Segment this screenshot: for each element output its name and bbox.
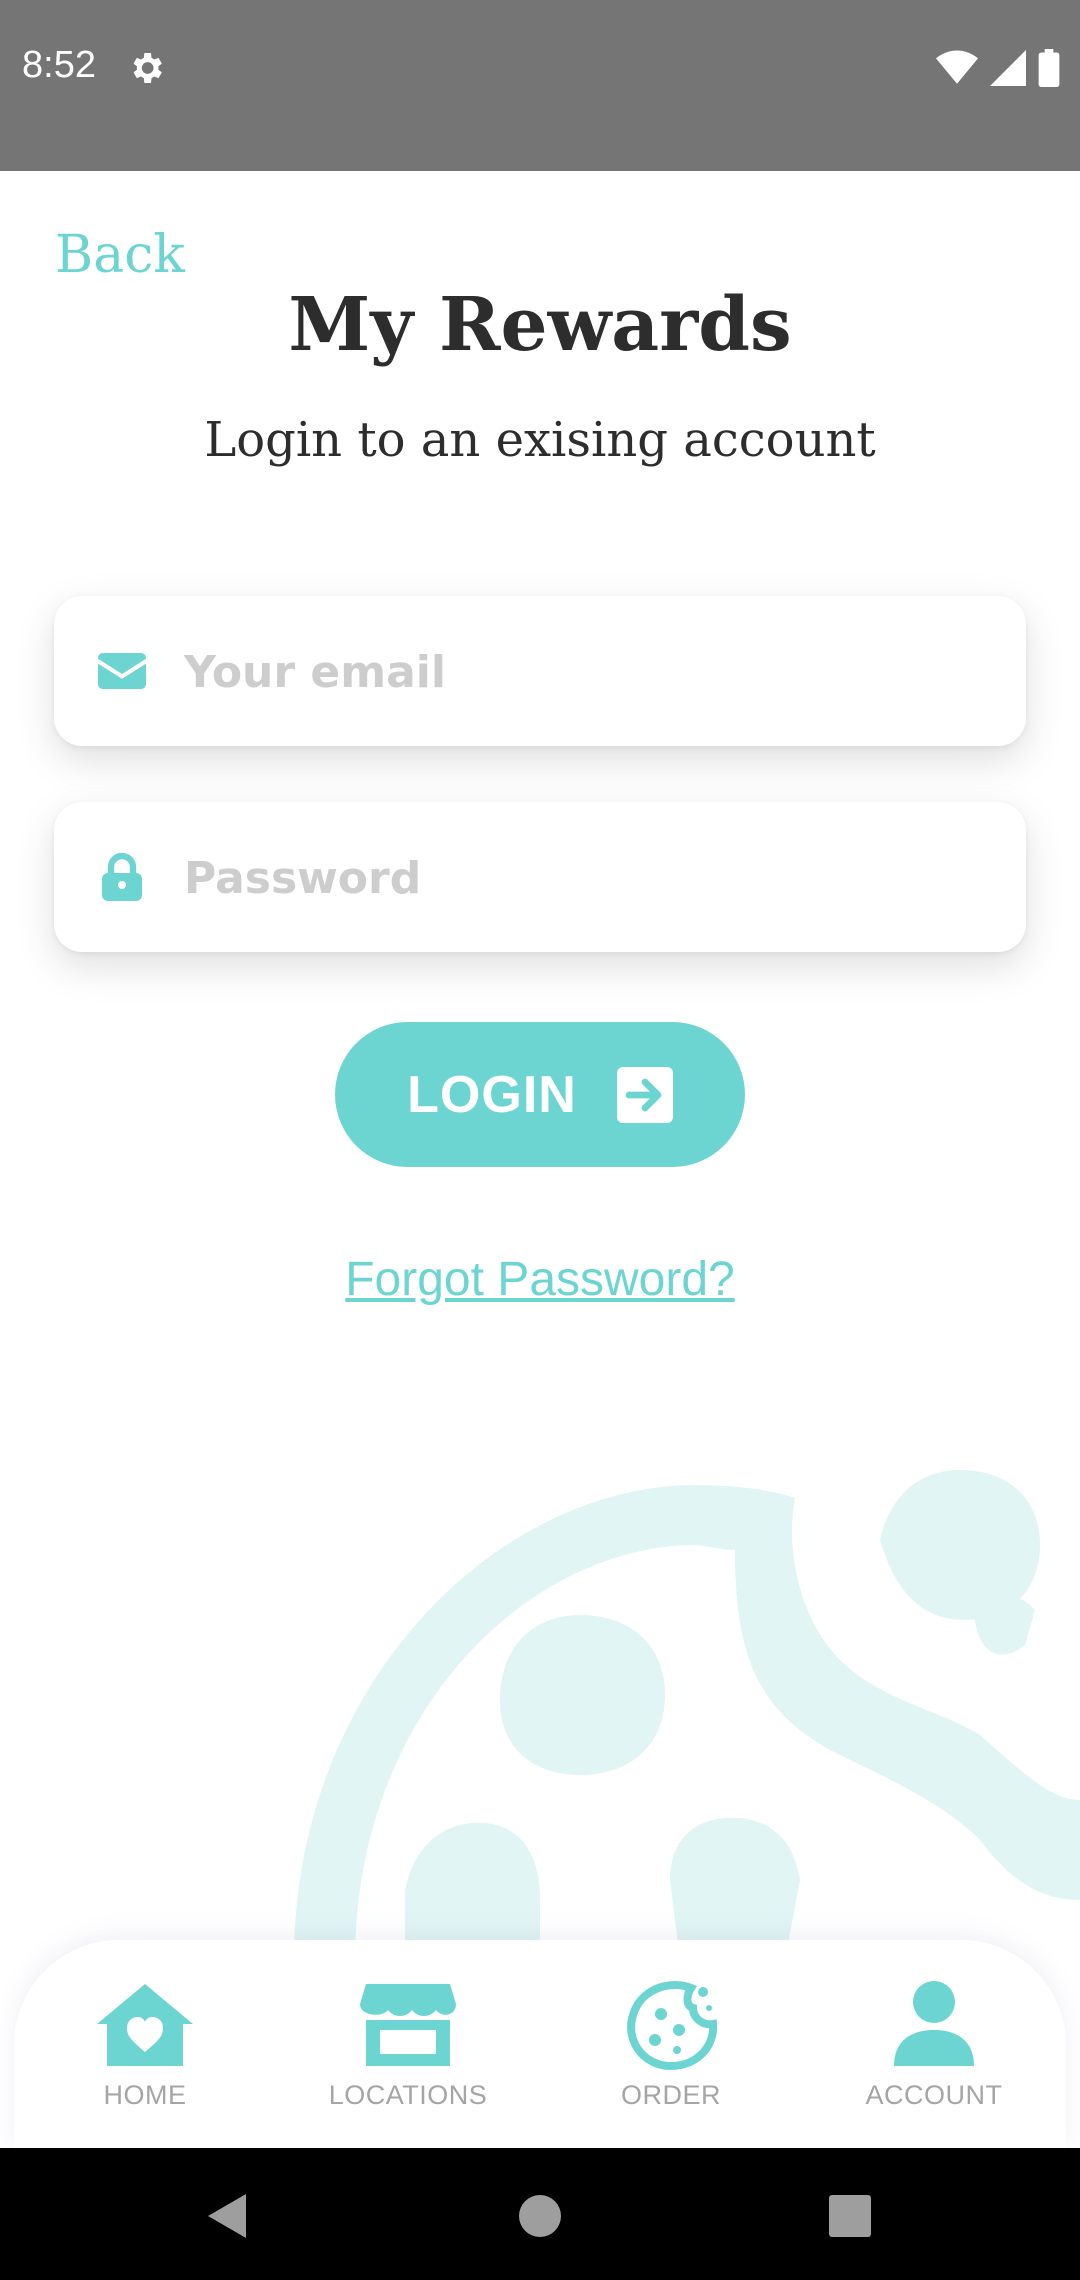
status-bar: 8:52 bbox=[0, 0, 1080, 171]
back-button[interactable]: Back bbox=[55, 225, 185, 285]
nav-label-locations: LOCATIONS bbox=[328, 2080, 488, 2110]
nav-label-home: HOME bbox=[103, 2080, 187, 2110]
nav-label-account: ACCOUNT bbox=[865, 2080, 1003, 2110]
arrow-right-square-icon bbox=[616, 1066, 673, 1123]
login-button[interactable]: LOGIN bbox=[335, 1022, 745, 1167]
nav-label-order: ORDER bbox=[620, 2080, 721, 2110]
status-icons bbox=[936, 48, 1060, 88]
system-navigation-bar bbox=[0, 2148, 1080, 2280]
settings-icon bbox=[133, 53, 162, 83]
status-time: 8:52 bbox=[22, 44, 96, 86]
login-label: LOGIN bbox=[407, 1065, 577, 1124]
recents-square-icon[interactable] bbox=[820, 2186, 880, 2246]
back-triangle-icon[interactable] bbox=[196, 2186, 256, 2246]
signal-icon bbox=[990, 50, 1026, 86]
page-subtitle: Login to an exising account bbox=[204, 412, 876, 468]
password-input[interactable] bbox=[182, 832, 986, 924]
home-heart-icon bbox=[97, 1984, 193, 2066]
password-field[interactable] bbox=[54, 802, 1026, 952]
battery-icon bbox=[1038, 49, 1060, 87]
email-input[interactable] bbox=[182, 626, 986, 718]
nav-item-order[interactable]: ORDER bbox=[556, 1980, 786, 2130]
email-field[interactable] bbox=[54, 596, 1026, 746]
bottom-navigation: HOME LOCATIONS ORDER ACCOUNT bbox=[14, 1940, 1066, 2150]
nav-item-home[interactable]: HOME bbox=[30, 1980, 260, 2130]
page-title: My Rewards bbox=[288, 282, 792, 368]
store-icon bbox=[360, 1984, 456, 2066]
nav-item-account[interactable]: ACCOUNT bbox=[819, 1980, 1049, 2130]
home-circle-icon[interactable] bbox=[510, 2186, 570, 2246]
envelope-icon bbox=[98, 653, 146, 689]
cookie-background-icon bbox=[294, 1470, 1080, 1960]
lock-icon bbox=[102, 852, 142, 901]
wifi-icon bbox=[936, 50, 978, 84]
cookie-icon bbox=[627, 1981, 718, 2070]
user-icon bbox=[894, 1981, 974, 2066]
forgot-password-link[interactable]: Forgot Password? bbox=[0, 1252, 1080, 1307]
nav-item-locations[interactable]: LOCATIONS bbox=[293, 1980, 523, 2130]
